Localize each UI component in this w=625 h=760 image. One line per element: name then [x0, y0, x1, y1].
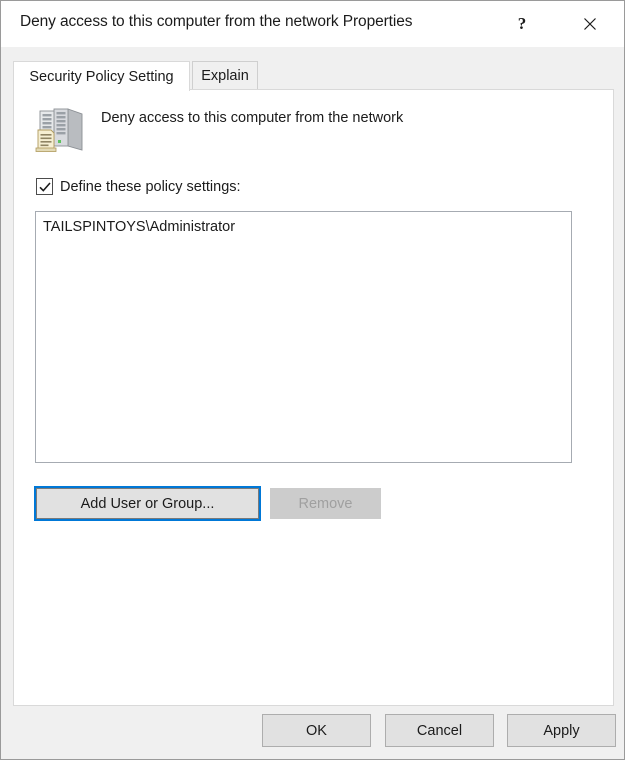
list-item[interactable]: TAILSPINTOYS\Administrator	[36, 212, 571, 235]
define-policy-settings-checkbox-row[interactable]: Define these policy settings:	[36, 178, 241, 195]
tab-label: Explain	[201, 68, 249, 84]
policy-name-label: Deny access to this computer from the ne…	[101, 110, 404, 126]
policy-server-icon	[32, 102, 88, 158]
define-policy-settings-label: Define these policy settings:	[60, 178, 241, 195]
tab-explain[interactable]: Explain	[192, 61, 258, 90]
title-bar: Deny access to this computer from the ne…	[1, 1, 624, 47]
tab-security-policy-setting[interactable]: Security Policy Setting	[13, 61, 190, 91]
cancel-button[interactable]: Cancel	[385, 714, 494, 747]
remove-button: Remove	[270, 488, 381, 519]
tab-panel-security-policy-setting: Deny access to this computer from the ne…	[13, 89, 614, 706]
ok-button[interactable]: OK	[262, 714, 371, 747]
policy-entries-listbox[interactable]: TAILSPINTOYS\Administrator	[35, 211, 572, 463]
help-icon[interactable]: ?	[499, 1, 545, 47]
tab-label: Security Policy Setting	[29, 68, 174, 85]
window-title: Deny access to this computer from the ne…	[20, 13, 413, 30]
apply-button[interactable]: Apply	[507, 714, 616, 747]
close-icon[interactable]	[567, 1, 613, 47]
add-user-or-group-button[interactable]: Add User or Group...	[34, 486, 261, 521]
checkbox-icon[interactable]	[36, 178, 53, 195]
tab-strip: Security Policy Setting Explain	[13, 61, 614, 91]
properties-dialog-window: Deny access to this computer from the ne…	[0, 0, 625, 760]
